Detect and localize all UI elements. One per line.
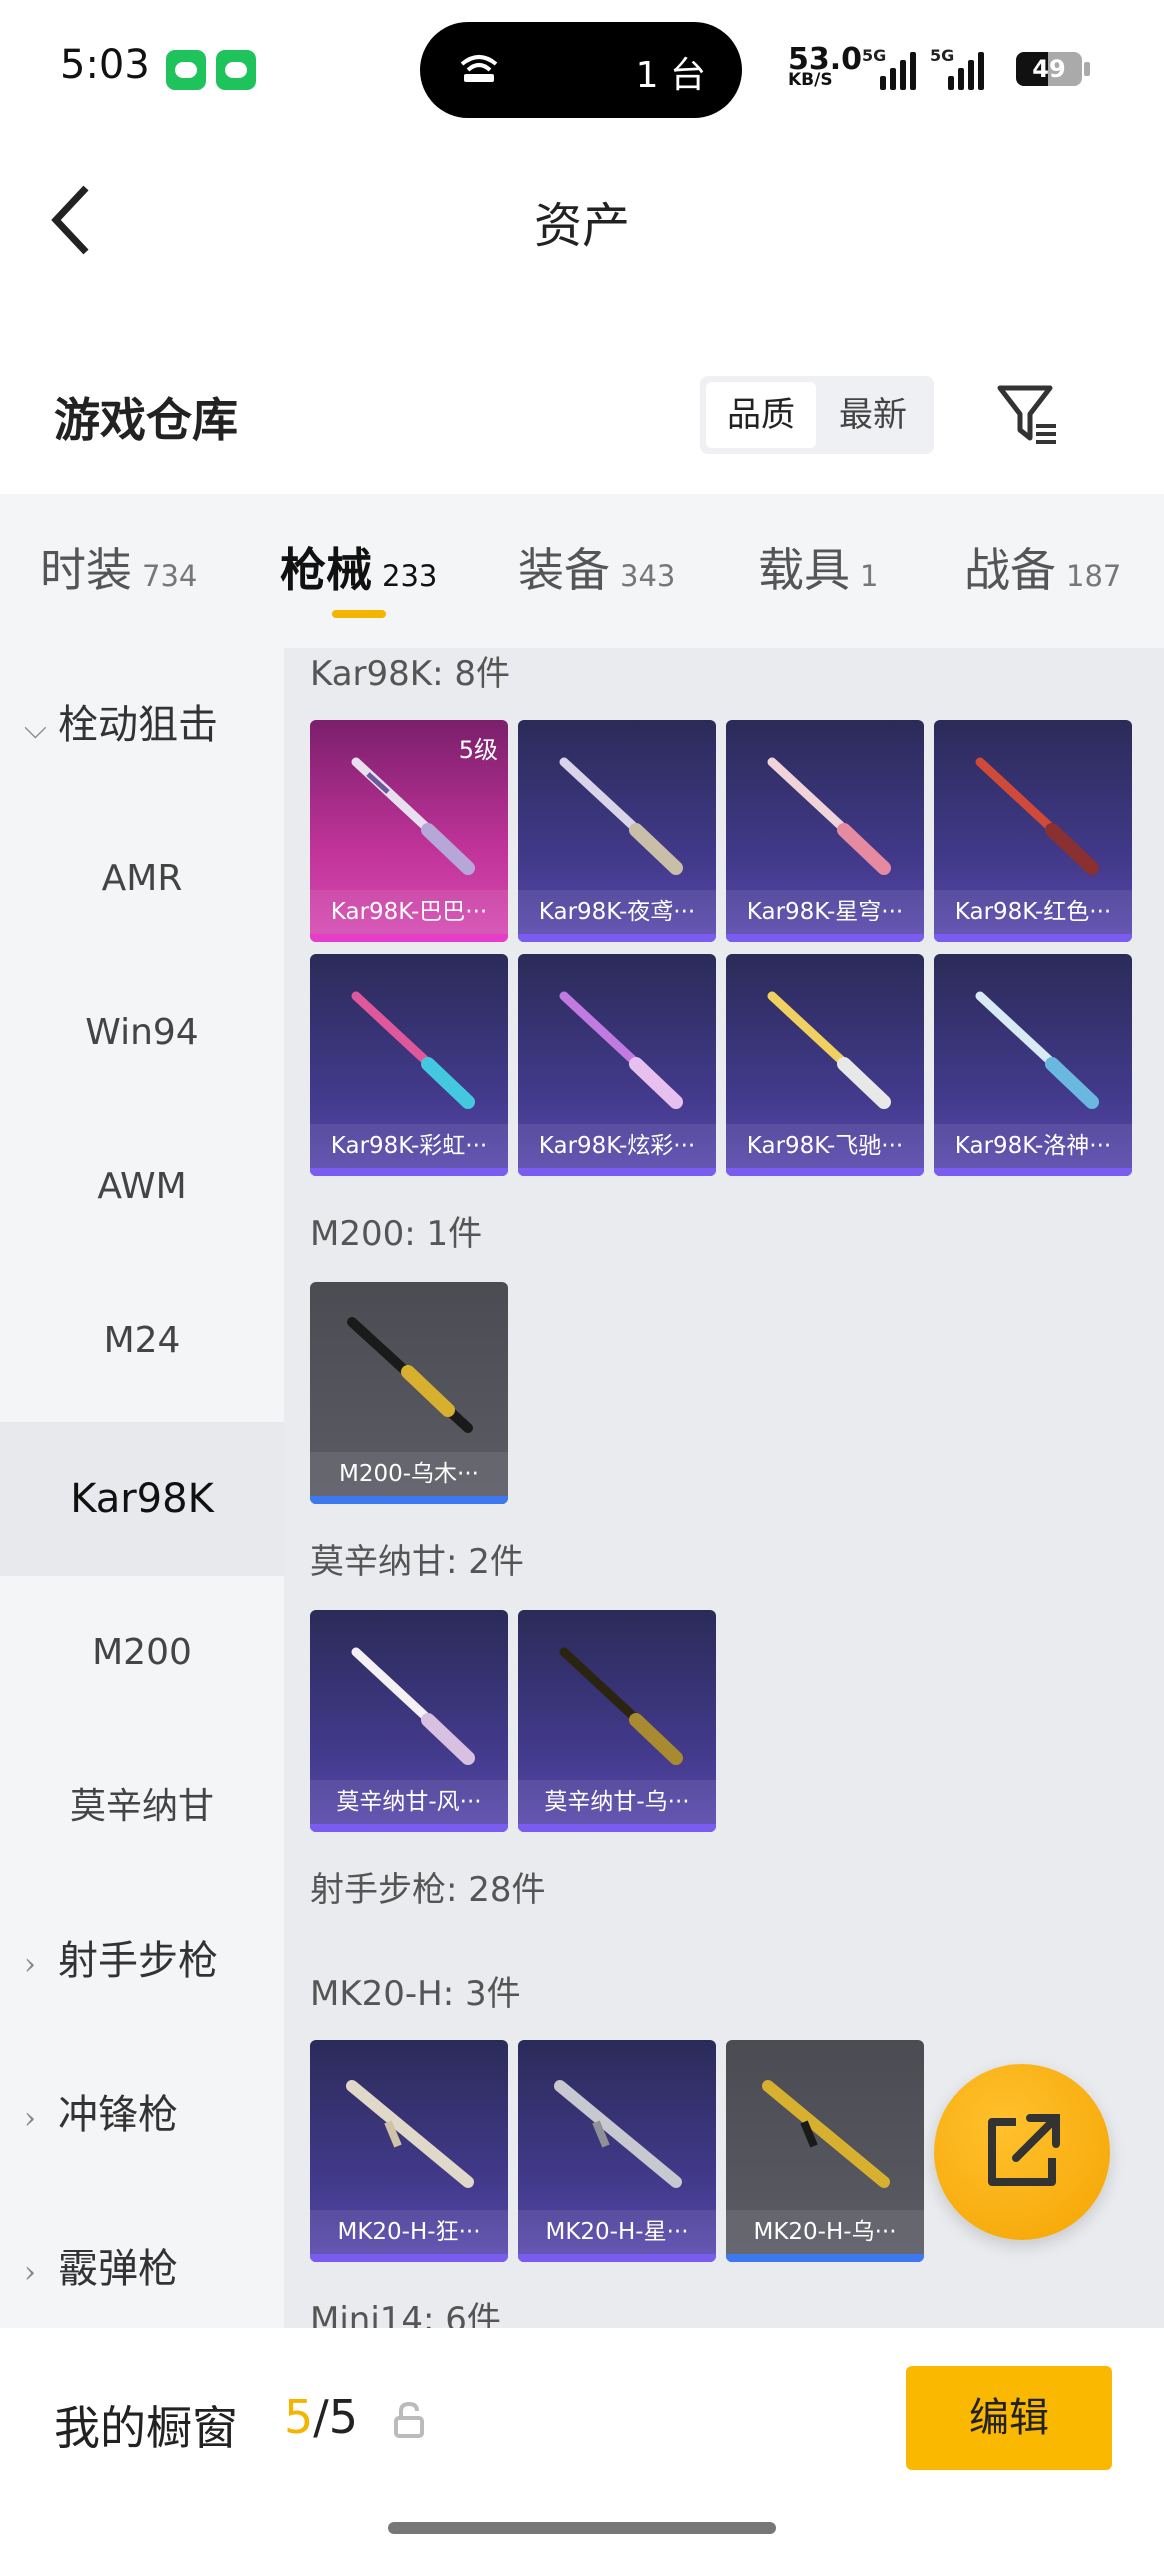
tab-supplies[interactable]: 战备 187 bbox=[964, 534, 1121, 600]
signal-icon-2: 5G bbox=[930, 46, 984, 90]
item-card[interactable]: MK20-H-星··· bbox=[518, 2040, 716, 2262]
item-card[interactable]: M200-乌木··· bbox=[310, 1282, 508, 1504]
item-name: M200-乌木··· bbox=[310, 1452, 508, 1496]
rifle-icon bbox=[762, 2080, 890, 2188]
hotspot-device-count: 1 台 bbox=[635, 55, 706, 96]
rifle-icon bbox=[559, 1647, 683, 1765]
rifle-icon bbox=[347, 1317, 473, 1433]
item-name: Kar98K-飞驰··· bbox=[726, 1124, 924, 1168]
rifle-icon bbox=[351, 991, 475, 1109]
rifle-icon bbox=[346, 2080, 474, 2188]
wechat-icon bbox=[166, 50, 206, 90]
item-name: Kar98K-洛神··· bbox=[934, 1124, 1132, 1168]
home-indicator[interactable] bbox=[388, 2522, 776, 2534]
section-title: 游戏仓库 bbox=[54, 393, 238, 447]
battery-icon: 49 bbox=[1016, 52, 1082, 86]
chevron-right-icon: › bbox=[24, 2101, 36, 2136]
sidebar-item-bolt-action[interactable]: ⌵ 栓动狙击 bbox=[0, 648, 284, 802]
hotspot-icon bbox=[456, 50, 502, 95]
sidebar-item-dmr[interactable]: › 射手步枪 bbox=[0, 1884, 284, 2038]
tab-guns[interactable]: 枪械 233 bbox=[280, 534, 437, 600]
item-card[interactable]: Kar98K-飞驰··· bbox=[726, 954, 924, 1176]
status-time: 5:03 bbox=[60, 42, 150, 88]
item-name: MK20-H-狂··· bbox=[310, 2210, 508, 2254]
sidebar-item-win94[interactable]: Win94 bbox=[0, 956, 284, 1110]
rifle-icon bbox=[351, 1647, 475, 1765]
showcase-bar: 我的橱窗 5/5 编辑 bbox=[0, 2328, 1164, 2560]
item-card[interactable]: 莫辛纳甘-乌··· bbox=[518, 1610, 716, 1832]
sidebar-item-mosin[interactable]: 莫辛纳甘 bbox=[0, 1730, 284, 1884]
share-fab[interactable] bbox=[934, 2064, 1110, 2240]
edit-button[interactable]: 编辑 bbox=[906, 2366, 1112, 2470]
rifle-icon bbox=[975, 757, 1099, 875]
item-name: Kar98K-巴巴··· bbox=[310, 890, 508, 934]
rifle-icon bbox=[554, 2080, 682, 2188]
sidebar: ⌵ 栓动狙击 AMR Win94 AWM M24 Kar98K M200 莫辛纳甘… bbox=[0, 648, 284, 2328]
filter-button[interactable] bbox=[996, 382, 1062, 448]
page-title: 资产 bbox=[533, 198, 630, 254]
rifle-icon bbox=[559, 757, 683, 875]
item-name: MK20-H-星··· bbox=[518, 2210, 716, 2254]
dynamic-island: 1 台 bbox=[420, 22, 742, 118]
status-bar: 5:03 1 台 53.0 KB/S 5G 5G 49 bbox=[0, 0, 1164, 140]
rifle-icon bbox=[351, 757, 475, 875]
net-speed: 53.0 KB/S bbox=[788, 42, 863, 90]
sidebar-item-m24[interactable]: M24 bbox=[0, 1264, 284, 1418]
external-link-icon bbox=[988, 2114, 1060, 2186]
message-icon bbox=[216, 50, 256, 90]
item-card[interactable]: Kar98K-红色··· bbox=[934, 720, 1132, 942]
sort-toggle: 品质 最新 bbox=[700, 376, 934, 454]
lock-icon bbox=[394, 2401, 424, 2438]
group-label-mosin: 莫辛纳甘: 2件 bbox=[310, 1542, 524, 1582]
rifle-icon bbox=[767, 991, 891, 1109]
showcase-label: 我的橱窗 bbox=[54, 2401, 238, 2455]
sort-quality-button[interactable]: 品质 bbox=[706, 382, 816, 448]
item-card[interactable]: MK20-H-乌··· bbox=[726, 2040, 924, 2262]
sidebar-item-kar98k[interactable]: Kar98K bbox=[0, 1422, 284, 1576]
item-name: MK20-H-乌··· bbox=[726, 2210, 924, 2254]
filter-icon bbox=[997, 385, 1056, 444]
sidebar-item-smg[interactable]: › 冲锋枪 bbox=[0, 2038, 284, 2192]
sidebar-item-m200[interactable]: M200 bbox=[0, 1576, 284, 1730]
group-label-m200: M200: 1件 bbox=[310, 1214, 483, 1254]
item-card[interactable]: 5级 Kar98K-巴巴··· bbox=[310, 720, 508, 942]
item-name: Kar98K-炫彩··· bbox=[518, 1124, 716, 1168]
sidebar-item-awm[interactable]: AWM bbox=[0, 1110, 284, 1264]
category-tabs: 时装 734 枪械 233 装备 343 载具 1 战备 187 bbox=[0, 494, 1164, 648]
item-card[interactable]: Kar98K-彩虹··· bbox=[310, 954, 508, 1176]
tab-fashion[interactable]: 时装 734 bbox=[40, 534, 197, 600]
tab-indicator bbox=[332, 610, 386, 618]
item-card[interactable]: Kar98K-炫彩··· bbox=[518, 954, 716, 1176]
item-name: Kar98K-彩虹··· bbox=[310, 1124, 508, 1168]
signal-icon: 5G bbox=[862, 46, 916, 90]
rifle-icon bbox=[767, 757, 891, 875]
item-name: Kar98K-红色··· bbox=[934, 890, 1132, 934]
group-label-kar98k: Kar98K: 8件 bbox=[310, 654, 510, 694]
group-label-mk20h: MK20-H: 3件 bbox=[310, 1974, 521, 2014]
showcase-count: 5/5 bbox=[284, 2390, 359, 2444]
sidebar-item-shotgun[interactable]: › 霰弹枪 bbox=[0, 2192, 284, 2328]
sidebar-item-amr[interactable]: AMR bbox=[0, 802, 284, 956]
group-label-dmr: 射手步枪: 28件 bbox=[310, 1870, 546, 1910]
level-badge: 5级 bbox=[458, 736, 498, 764]
chevron-down-icon: ⌵ bbox=[24, 711, 47, 746]
chevron-right-icon: › bbox=[24, 1947, 36, 1982]
rifle-icon bbox=[975, 991, 1099, 1109]
item-name: 莫辛纳甘-风··· bbox=[310, 1780, 508, 1824]
item-card[interactable]: MK20-H-狂··· bbox=[310, 2040, 508, 2262]
item-card[interactable]: 莫辛纳甘-风··· bbox=[310, 1610, 508, 1832]
tab-equipment[interactable]: 装备 343 bbox=[518, 534, 675, 600]
sort-latest-button[interactable]: 最新 bbox=[818, 382, 928, 448]
item-card[interactable]: Kar98K-夜鸢··· bbox=[518, 720, 716, 942]
item-name: Kar98K-夜鸢··· bbox=[518, 890, 716, 934]
item-card[interactable]: Kar98K-星穹··· bbox=[726, 720, 924, 942]
item-name: 莫辛纳甘-乌··· bbox=[518, 1780, 716, 1824]
chevron-right-icon: › bbox=[24, 2255, 36, 2290]
item-card[interactable]: Kar98K-洛神··· bbox=[934, 954, 1132, 1176]
tab-vehicles[interactable]: 载具 1 bbox=[758, 534, 878, 600]
rifle-icon bbox=[559, 991, 683, 1109]
item-name: Kar98K-星穹··· bbox=[726, 890, 924, 934]
group-label-mini14: Mini14: 6件 bbox=[310, 2300, 501, 2328]
